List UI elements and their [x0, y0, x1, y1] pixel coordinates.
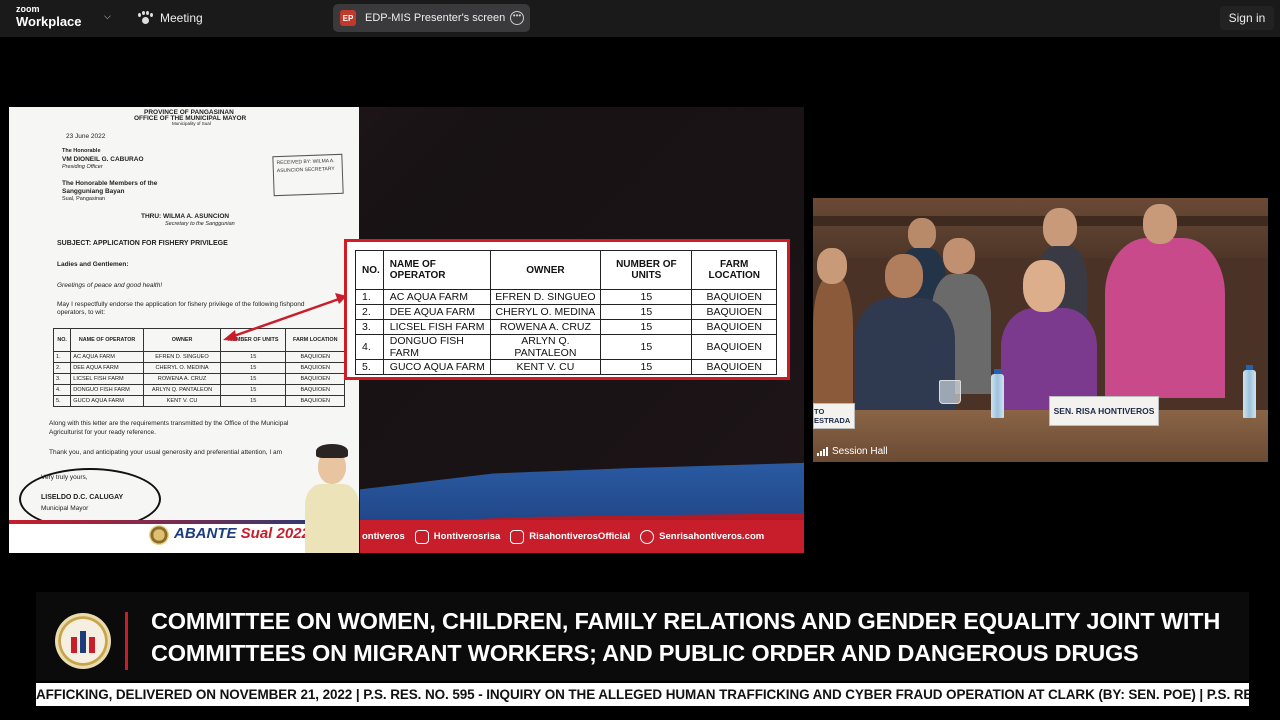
brand-big: Workplace — [16, 14, 82, 29]
zoom-workplace-logo[interactable]: zoom Workplace — [16, 4, 82, 29]
committee-title-line1: COMMITTEE ON WOMEN, CHILDREN, FAMILY REL… — [151, 608, 1221, 634]
video-label: Session Hall — [817, 446, 888, 457]
more-options-icon[interactable]: ••• — [510, 11, 524, 25]
left-nameplate: TO ESTRADA — [813, 403, 855, 429]
committee-title-line2: COMMITTEES ON MIGRANT WORKERS; AND PUBLI… — [151, 640, 1139, 666]
shared-screen: ontiveros Hontiverosrisa RisahontiverosO… — [9, 107, 804, 553]
brand-small: zoom — [16, 4, 40, 14]
senate-seal-icon — [55, 613, 111, 669]
signal-bars-icon — [817, 447, 828, 456]
senator-nameplate: SEN. RISA HONTIVEROS — [1049, 396, 1159, 426]
news-ticker: AFFICKING, DELIVERED ON NOVEMBER 21, 202… — [36, 683, 1249, 706]
water-bottle-2 — [1243, 370, 1256, 418]
presenter-screen-pill[interactable]: EP EDP-MIS Presenter's screen ••• — [333, 4, 530, 32]
presenter-label: EDP-MIS Presenter's screen — [365, 12, 506, 24]
sign-in-button[interactable]: Sign in — [1220, 6, 1274, 30]
chevron-down-icon[interactable]: ⌵ — [104, 11, 111, 22]
lower-third: COMMITTEE ON WOMEN, CHILDREN, FAMILY REL… — [36, 592, 1249, 681]
session-hall-video: SEN. RISA HONTIVEROS TO ESTRADA Session … — [813, 198, 1268, 462]
lower-third-divider — [125, 612, 128, 670]
video-label-text: Session Hall — [832, 446, 888, 457]
highlight-arrow — [223, 293, 347, 341]
water-bottle — [991, 374, 1004, 418]
zoom-top-bar: zoom Workplace ⌵ Meeting EP EDP-MIS Pres… — [0, 0, 1280, 37]
presenter-avatar: EP — [340, 10, 356, 26]
meeting-label: Meeting — [160, 11, 203, 25]
water-glass — [939, 380, 961, 404]
meeting-menu[interactable]: Meeting — [138, 11, 203, 25]
paw-icon — [138, 11, 153, 25]
